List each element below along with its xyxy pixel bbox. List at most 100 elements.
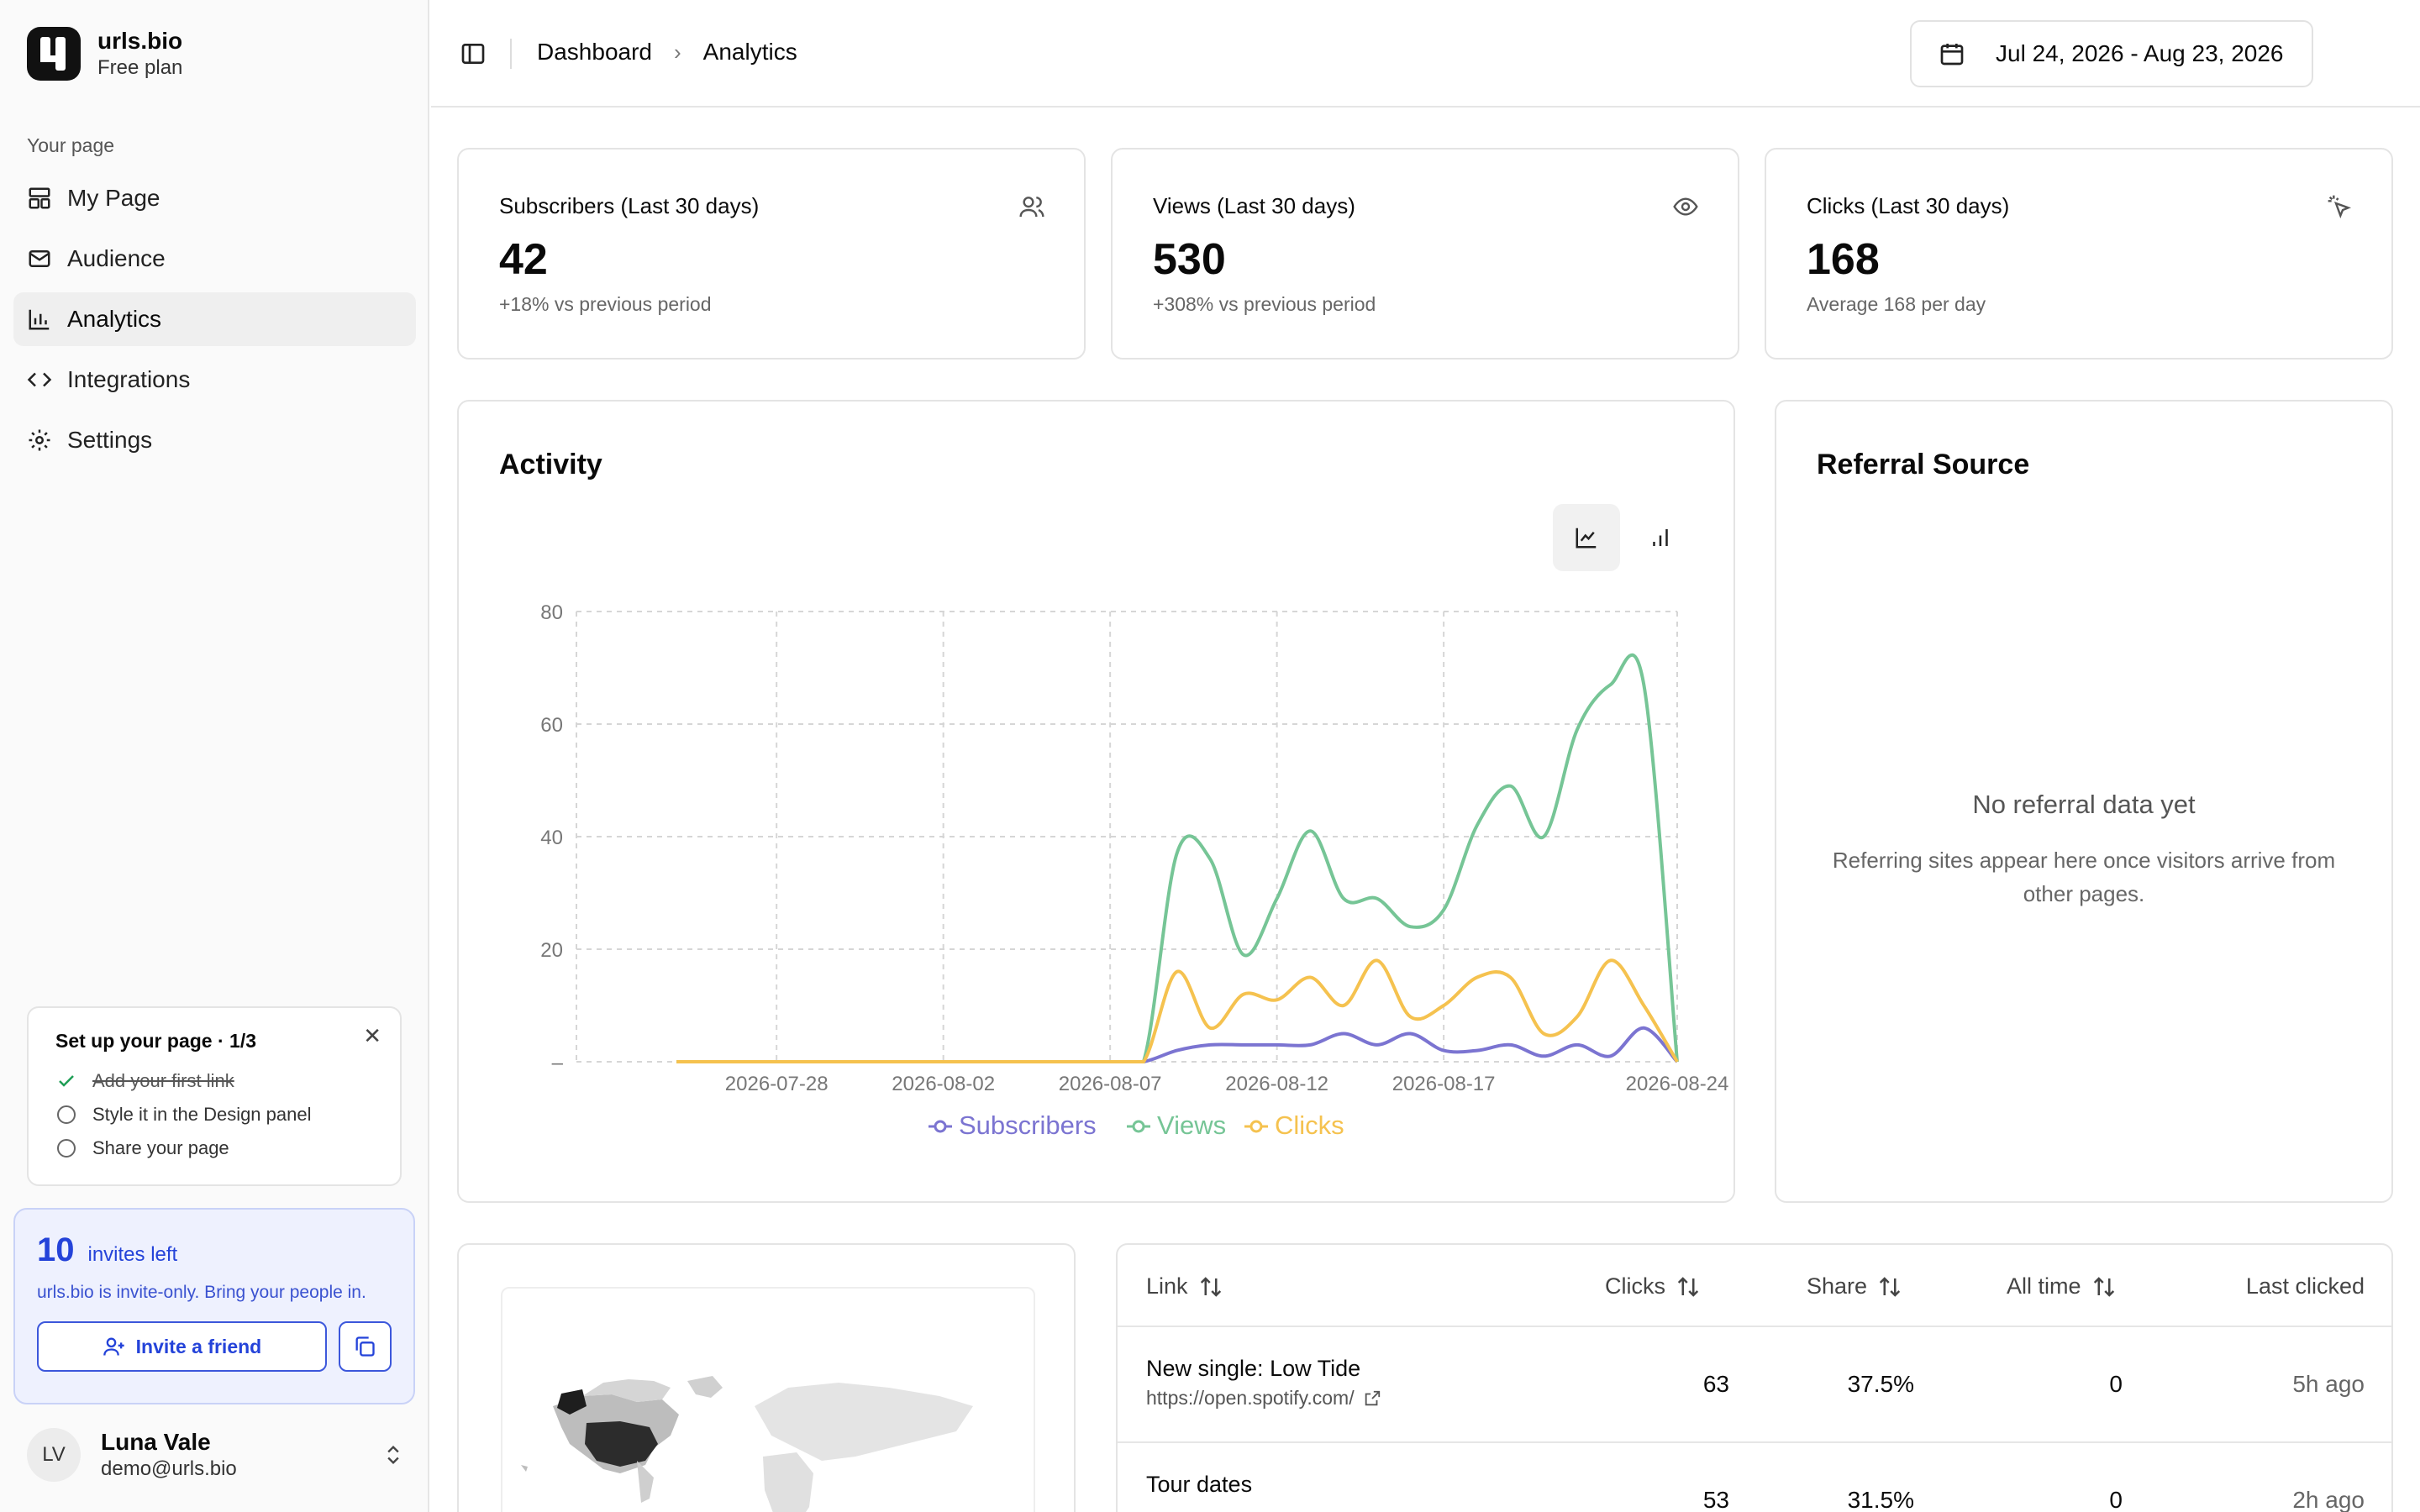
activity-chart: – 20 40 60 80 2026-07-28 2026-08-02 2026-08-07 2… bbox=[540, 601, 1729, 1140]
invite-description: urls.bio is invite-only. Bring your peop… bbox=[37, 1283, 366, 1302]
brand-name: urls.bio bbox=[97, 28, 183, 54]
table-row[interactable]: New single: Low Tide https://open.spotif… bbox=[1118, 1327, 2391, 1443]
sidebar-item-settings[interactable]: Settings bbox=[13, 413, 416, 467]
link-title: Tour dates bbox=[1146, 1472, 1253, 1497]
copy-invite-button[interactable] bbox=[338, 1321, 392, 1372]
chevrons-up-down-icon bbox=[387, 1446, 399, 1464]
cell-clicks: 53 bbox=[1702, 1487, 1729, 1512]
breadcrumb-dashboard[interactable]: Dashboard bbox=[537, 39, 652, 66]
legend-marker-dot bbox=[1132, 1120, 1145, 1133]
user-plus-icon bbox=[103, 1337, 124, 1356]
eye-icon bbox=[1673, 197, 1698, 216]
brand-plan: Free plan bbox=[97, 56, 183, 79]
bar-chart-icon bbox=[29, 309, 50, 330]
referral-empty-title: No referral data yet bbox=[1972, 790, 2196, 819]
world-map-graphic bbox=[521, 1376, 973, 1512]
users-icon bbox=[1019, 197, 1044, 218]
sidebar-item-audience[interactable]: Audience bbox=[13, 232, 416, 286]
sort-icon bbox=[1200, 1276, 1221, 1297]
stat-title: Subscribers (Last 30 days) bbox=[499, 193, 760, 218]
legend-label: Views bbox=[1157, 1110, 1226, 1140]
avatar: LV bbox=[27, 1428, 81, 1482]
breadcrumb: Dashboard › Analytics bbox=[537, 39, 797, 66]
section-label: Your page bbox=[27, 134, 115, 156]
world-map[interactable] bbox=[501, 1287, 1035, 1512]
column-header-link[interactable]: Link bbox=[1146, 1273, 1223, 1299]
sidebar-item-label: Audience bbox=[67, 245, 166, 271]
pointer-click-icon bbox=[2328, 195, 2352, 219]
table-header: Link Clicks Share All time Last clicked bbox=[1118, 1245, 2391, 1327]
sort-icon bbox=[1879, 1276, 1901, 1297]
x-tick-label: 2026-08-24 bbox=[1626, 1073, 1729, 1095]
y-tick-label: – bbox=[552, 1052, 564, 1074]
column-header-all-time[interactable]: All time bbox=[2007, 1273, 2117, 1299]
check-icon bbox=[55, 1070, 77, 1092]
stat-sub: Average 168 per day bbox=[1807, 293, 1986, 315]
setup-step[interactable]: Share your page bbox=[55, 1131, 373, 1165]
series-line-clicks bbox=[676, 958, 1679, 1063]
brand[interactable]: urls.bio Free plan bbox=[27, 27, 182, 81]
cell-last-clicked: 2h ago bbox=[2292, 1487, 2365, 1512]
link-title: New single: Low Tide bbox=[1146, 1356, 1361, 1381]
referral-card: Referral Source No referral data yet Ref… bbox=[1775, 400, 2393, 1203]
cell-share: 37.5% bbox=[1847, 1371, 1914, 1397]
calendar-icon bbox=[1940, 44, 1964, 66]
sidebar-item-label: Integrations bbox=[67, 366, 191, 392]
stat-value: 168 bbox=[1807, 235, 1880, 284]
sidebar-item-label: Analytics bbox=[67, 306, 162, 332]
copy-icon bbox=[355, 1336, 376, 1357]
world-map-card bbox=[457, 1243, 1076, 1512]
top-header: Dashboard › Analytics Jul 24, 2026 - Aug… bbox=[431, 0, 2420, 108]
sidebar-item-my-page[interactable]: My Page bbox=[13, 171, 416, 225]
user-email: demo@urls.bio bbox=[101, 1457, 237, 1480]
column-header-share[interactable]: Share bbox=[1807, 1273, 1902, 1299]
invite-left-label: invites left bbox=[87, 1243, 178, 1266]
user-name: Luna Vale bbox=[101, 1429, 211, 1455]
x-tick-label: 2026-08-07 bbox=[1059, 1073, 1162, 1095]
stat-card-clicks: Clicks (Last 30 days) 168 Average 168 pe… bbox=[1765, 148, 2393, 360]
stat-sub: +18% vs previous period bbox=[499, 293, 712, 315]
setup-checklist: Set up your page · 1/3 ✕ Add your first … bbox=[27, 1006, 402, 1186]
sidebar-item-label: Settings bbox=[67, 427, 153, 453]
x-tick-label: 2026-08-17 bbox=[1392, 1073, 1496, 1095]
referral-title: Referral Source bbox=[1817, 449, 2030, 480]
stat-value: 42 bbox=[499, 235, 548, 284]
y-tick-label: 80 bbox=[540, 601, 563, 624]
sidebar-item-analytics[interactable]: Analytics bbox=[13, 292, 416, 346]
code-icon bbox=[27, 372, 52, 387]
cell-share: 31.5% bbox=[1847, 1487, 1914, 1512]
y-tick-label: 20 bbox=[540, 939, 563, 962]
close-icon[interactable]: ✕ bbox=[363, 1023, 381, 1049]
date-range-picker[interactable]: Jul 24, 2026 - Aug 23, 2026 bbox=[1910, 20, 2313, 87]
invite-friend-button[interactable]: Invite a friend bbox=[37, 1321, 327, 1372]
x-tick-label: 2026-07-28 bbox=[725, 1073, 829, 1095]
user-menu[interactable]: LV Luna Vale demo@urls.bio bbox=[27, 1428, 405, 1482]
sort-icon bbox=[1677, 1276, 1699, 1297]
series-line-views bbox=[676, 653, 1679, 1063]
stat-sub: +308% vs previous period bbox=[1153, 293, 1376, 315]
invite-friend-label: Invite a friend bbox=[135, 1335, 262, 1357]
gear-icon bbox=[29, 429, 50, 451]
legend-marker-dot bbox=[1249, 1120, 1263, 1133]
referral-empty-desc: Referring sites appear here once visitor… bbox=[1832, 848, 2336, 906]
x-tick-label: 2026-08-12 bbox=[1225, 1073, 1328, 1095]
table-row[interactable]: Tour dates 53 31.5% 0 2h ago bbox=[1118, 1443, 2391, 1512]
setup-step[interactable]: Add your first link bbox=[55, 1064, 373, 1098]
setup-title: Set up your page · 1/3 bbox=[55, 1030, 256, 1052]
invite-card: 10 invites left urls.bio is invite-only.… bbox=[13, 1208, 415, 1404]
mail-icon bbox=[29, 250, 50, 267]
sidebar: urls.bio Free plan Your page My Page Aud… bbox=[0, 0, 429, 1512]
sidebar-toggle-icon[interactable] bbox=[460, 40, 487, 67]
y-tick-label: 60 bbox=[540, 714, 563, 737]
layout-icon bbox=[29, 187, 50, 209]
sidebar-item-integrations[interactable]: Integrations bbox=[13, 353, 416, 407]
brand-logo bbox=[27, 27, 81, 81]
cell-last-clicked: 5h ago bbox=[2292, 1371, 2365, 1397]
column-header-last-clicked[interactable]: Last clicked bbox=[2246, 1273, 2365, 1299]
link-url[interactable]: https://open.spotify.com/ bbox=[1146, 1387, 1381, 1410]
column-header-clicks[interactable]: Clicks bbox=[1605, 1273, 1701, 1299]
invite-count: 10 bbox=[37, 1231, 75, 1268]
setup-step[interactable]: Style it in the Design panel bbox=[55, 1098, 373, 1131]
stat-value: 530 bbox=[1153, 235, 1226, 284]
circle-icon bbox=[55, 1137, 77, 1159]
